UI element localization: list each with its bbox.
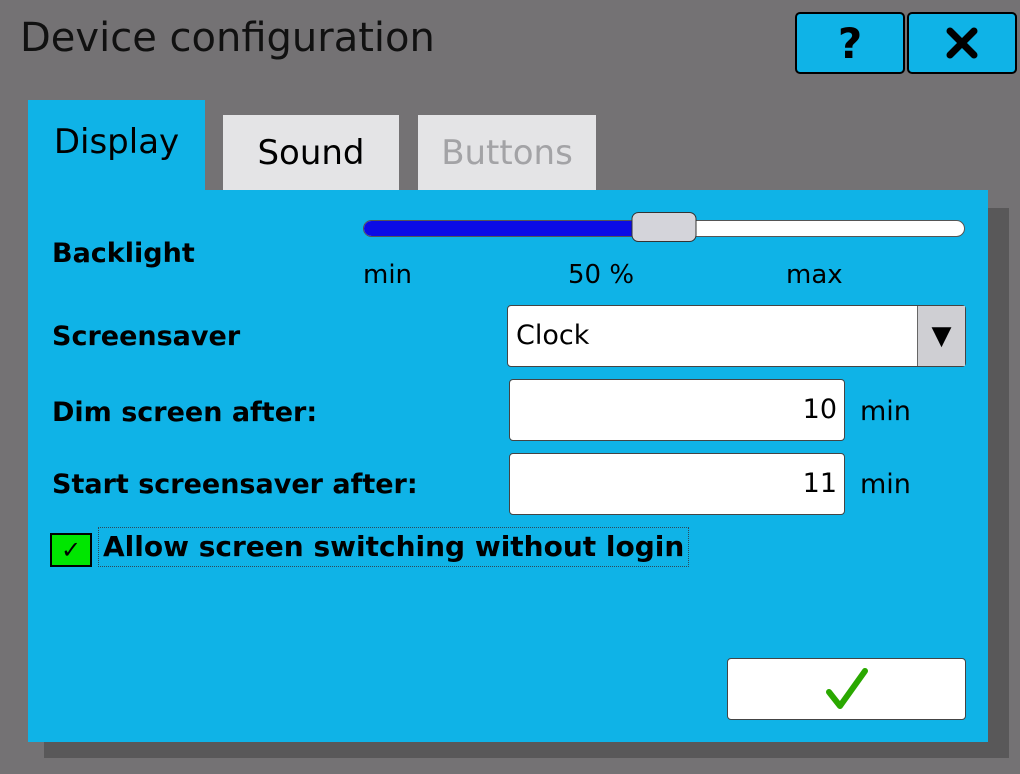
tab-buttons: Buttons <box>418 115 596 190</box>
dim-screen-unit: min <box>860 396 911 427</box>
checkmark-icon <box>825 668 868 709</box>
close-icon <box>946 27 978 59</box>
backlight-slider-handle[interactable] <box>631 212 697 242</box>
window-title: Device configuration <box>20 15 435 61</box>
dim-screen-field[interactable]: 10 <box>509 379 845 441</box>
start-screensaver-label: Start screensaver after: <box>52 469 418 500</box>
confirm-button[interactable] <box>727 658 966 720</box>
tab-sound[interactable]: Sound <box>223 115 399 190</box>
screen-switching-checkbox[interactable]: ✓ <box>50 533 92 567</box>
screensaver-selected-value: Clock <box>516 320 590 351</box>
dropdown-arrow-icon[interactable]: ▼ <box>917 306 965 366</box>
backlight-slider-fill <box>364 221 664 236</box>
start-screensaver-field[interactable]: 11 <box>509 453 845 515</box>
screen-switching-label[interactable]: Allow screen switching without login <box>98 527 690 567</box>
backlight-min-label: min <box>363 260 413 290</box>
tab-display[interactable]: Display <box>28 100 205 192</box>
screensaver-select[interactable]: Clock ▼ <box>507 305 966 367</box>
backlight-max-label: max <box>786 260 843 290</box>
backlight-label: Backlight <box>52 238 195 269</box>
close-button[interactable] <box>907 12 1017 74</box>
start-screensaver-unit: min <box>860 469 911 500</box>
dim-screen-label: Dim screen after: <box>52 397 318 428</box>
screensaver-label: Screensaver <box>52 321 241 352</box>
backlight-value-label: 50 % <box>568 260 635 290</box>
help-button[interactable]: ? <box>795 12 905 74</box>
